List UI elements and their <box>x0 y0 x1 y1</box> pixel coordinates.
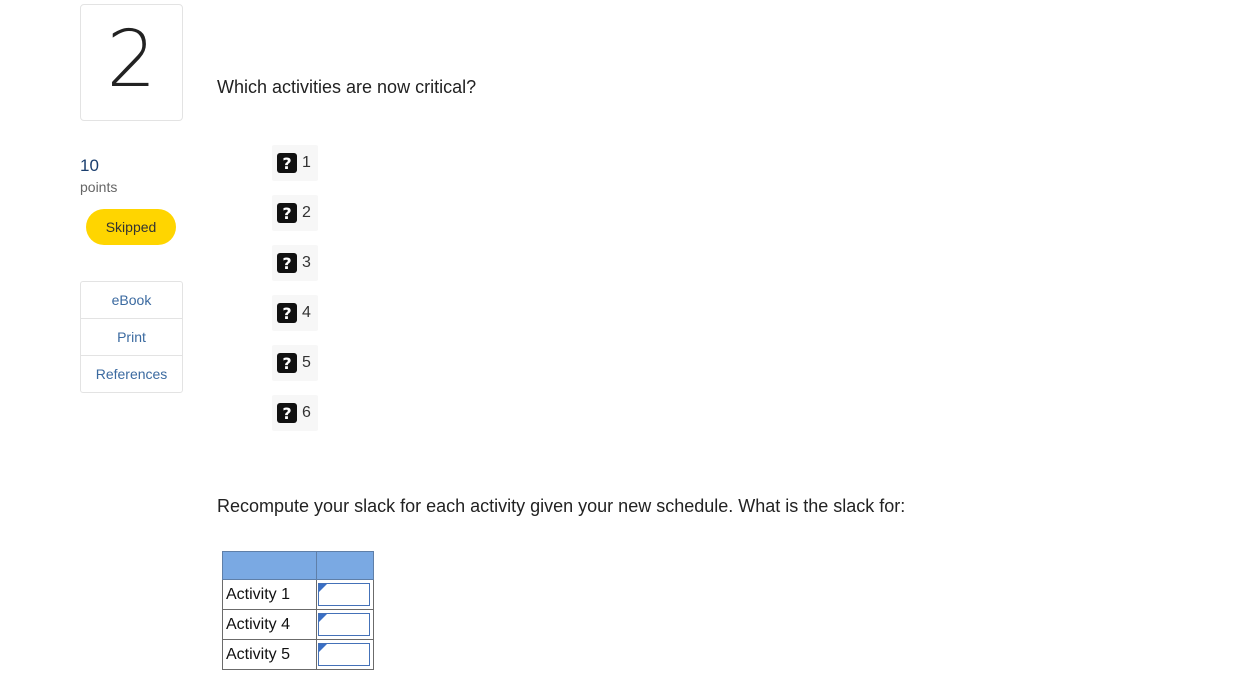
points-label: points <box>80 179 118 195</box>
print-link[interactable]: Print <box>81 318 182 355</box>
answer-options: ? 1 ? 2 ? 3 ? 4 ? 5 ? 6 <box>272 145 318 445</box>
option-label: 2 <box>302 204 311 221</box>
activity-label: Activity 5 <box>222 639 317 670</box>
table-header-cell <box>316 551 374 580</box>
resources-panel: eBook Print References <box>80 281 183 393</box>
question-mark-icon[interactable]: ? <box>277 403 297 423</box>
table-header-row <box>222 551 374 580</box>
ebook-link[interactable]: eBook <box>81 282 182 318</box>
activity-label: Activity 1 <box>222 579 317 610</box>
option-3[interactable]: ? 3 <box>272 245 318 281</box>
question-number-box: 2 <box>80 4 183 121</box>
slack-input-activity-5[interactable] <box>318 643 370 666</box>
question-mark-icon[interactable]: ? <box>277 253 297 273</box>
option-label: 6 <box>302 404 311 421</box>
option-1[interactable]: ? 1 <box>272 145 318 181</box>
slack-input-activity-4[interactable] <box>318 613 370 636</box>
question-number: 2 <box>106 14 157 105</box>
table-row: Activity 5 <box>222 639 374 670</box>
question-mark-icon[interactable]: ? <box>277 303 297 323</box>
option-label: 1 <box>302 154 311 171</box>
option-label: 4 <box>302 304 311 321</box>
option-5[interactable]: ? 5 <box>272 345 318 381</box>
status-badge: Skipped <box>86 209 176 245</box>
question-mark-icon[interactable]: ? <box>277 353 297 373</box>
points-value: 10 <box>80 156 99 175</box>
activity-label: Activity 4 <box>222 609 317 640</box>
slack-input-activity-1[interactable] <box>318 583 370 606</box>
question-text: Which activities are now critical? <box>217 77 477 97</box>
question-mark-icon[interactable]: ? <box>277 153 297 173</box>
question-mark-icon[interactable]: ? <box>277 203 297 223</box>
option-2[interactable]: ? 2 <box>272 195 318 231</box>
slack-table: Activity 1 Activity 4 Activity 5 <box>222 551 374 670</box>
option-6[interactable]: ? 6 <box>272 395 318 431</box>
question2-text: Recompute your slack for each activity g… <box>217 496 906 516</box>
references-link[interactable]: References <box>81 355 182 392</box>
table-row: Activity 1 <box>222 579 374 610</box>
table-row: Activity 4 <box>222 609 374 640</box>
option-4[interactable]: ? 4 <box>272 295 318 331</box>
option-label: 5 <box>302 354 311 371</box>
option-label: 3 <box>302 254 311 271</box>
table-header-cell <box>222 551 317 580</box>
